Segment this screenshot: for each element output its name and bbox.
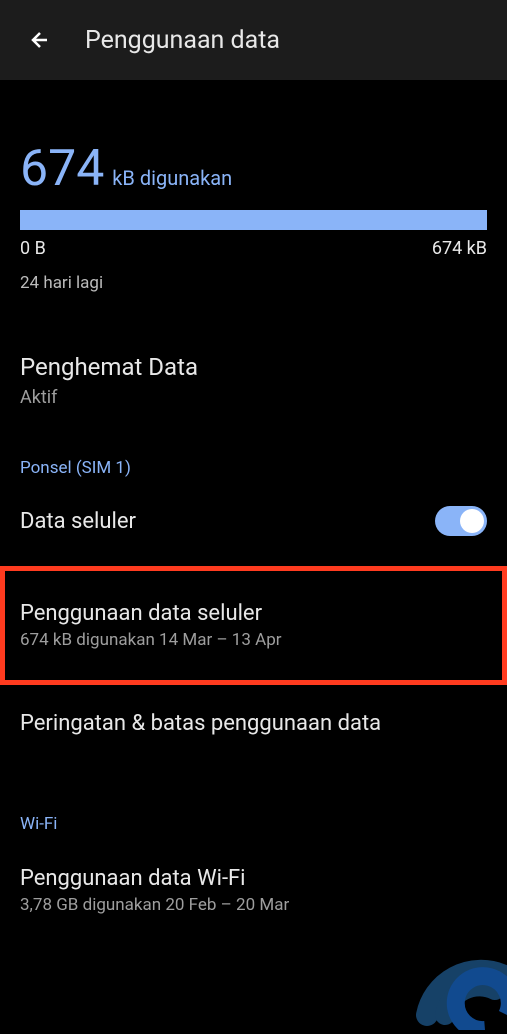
app-header: Penggunaan data bbox=[0, 0, 507, 80]
page-title: Penggunaan data bbox=[85, 26, 280, 55]
wifi-usage-title: Penggunaan data Wi-Fi bbox=[20, 866, 487, 891]
data-saver-title: Penghemat Data bbox=[20, 353, 487, 381]
cellular-section-header: Ponsel (SIM 1) bbox=[20, 458, 487, 478]
wifi-usage-item[interactable]: Penggunaan data Wi-Fi 3,78 GB digunakan … bbox=[20, 852, 487, 929]
progress-min: 0 B bbox=[20, 238, 46, 259]
toggle-knob bbox=[460, 509, 484, 533]
days-left-label: 24 hari lagi bbox=[20, 273, 487, 293]
usage-amount: 674 bbox=[20, 140, 104, 198]
progress-labels: 0 B 674 kB bbox=[20, 238, 487, 259]
back-icon[interactable] bbox=[20, 20, 60, 60]
cellular-usage-item[interactable]: Penggunaan data seluler 674 kB digunakan… bbox=[0, 566, 507, 685]
cellular-data-toggle[interactable] bbox=[435, 506, 487, 536]
progress-max: 674 kB bbox=[432, 238, 487, 259]
content-area: 674 kB digunakan 0 B 674 kB 24 hari lagi… bbox=[0, 80, 507, 949]
usage-unit: kB digunakan bbox=[112, 166, 232, 190]
watermark-logo bbox=[367, 920, 507, 1034]
cellular-data-toggle-row: Data seluler bbox=[20, 496, 487, 546]
cellular-usage-subtitle: 674 kB digunakan 14 Mar – 13 Apr bbox=[20, 630, 487, 650]
data-warning-title: Peringatan & batas penggunaan data bbox=[20, 711, 487, 736]
cellular-toggle-label: Data seluler bbox=[20, 509, 136, 534]
data-saver-item[interactable]: Penghemat Data Aktif bbox=[20, 353, 487, 408]
cellular-usage-title: Penggunaan data seluler bbox=[20, 601, 487, 626]
data-warning-item[interactable]: Peringatan & batas penggunaan data bbox=[20, 697, 487, 754]
usage-summary: 674 kB digunakan bbox=[20, 140, 487, 198]
data-saver-status: Aktif bbox=[20, 387, 487, 408]
wifi-section-header: Wi-Fi bbox=[20, 814, 487, 834]
wifi-usage-subtitle: 3,78 GB digunakan 20 Feb – 20 Mar bbox=[20, 895, 487, 915]
usage-progress-bar bbox=[20, 210, 487, 230]
